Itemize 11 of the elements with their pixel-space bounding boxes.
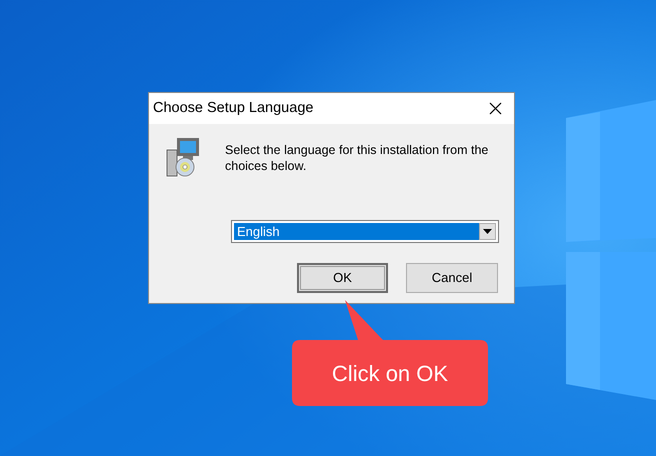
selected-option: English (234, 223, 479, 240)
computer-disc-icon (165, 138, 201, 178)
window-title: Choose Setup Language (153, 98, 314, 118)
dropdown-button[interactable] (479, 223, 496, 240)
close-icon[interactable] (489, 102, 502, 115)
instruction-text: Select the language for this installation from the choices below. (225, 142, 489, 175)
caret-icon (483, 229, 492, 234)
callout-text: Click on OK (332, 360, 448, 388)
language-dropdown[interactable]: English (231, 220, 499, 243)
dialog-button[interactable]: Cancel (406, 263, 498, 293)
dialog-button[interactable]: OK (297, 263, 388, 293)
